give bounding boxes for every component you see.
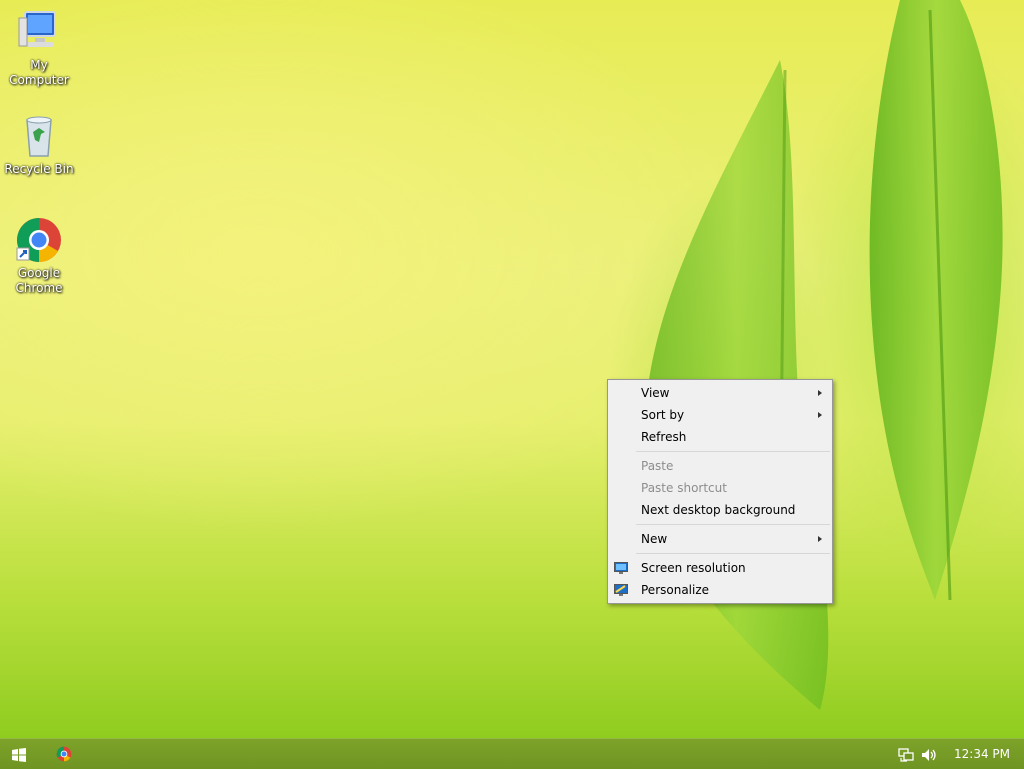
menu-item-refresh[interactable]: Refresh — [608, 426, 832, 448]
menu-item-next-desktop-background[interactable]: Next desktop background — [608, 499, 832, 521]
menu-item-paste: Paste — [608, 455, 832, 477]
network-tray-icon[interactable] — [898, 747, 914, 762]
desktop-icon-label: Google Chrome — [15, 266, 63, 295]
menu-item-personalize[interactable]: Personalize — [608, 579, 832, 601]
menu-separator — [636, 451, 830, 452]
recycle-bin-icon — [15, 112, 63, 160]
chrome-icon — [15, 216, 63, 264]
menu-item-label: Sort by — [641, 408, 685, 422]
menu-item-label: View — [641, 386, 670, 400]
menu-separator — [636, 524, 830, 525]
submenu-arrow-icon — [818, 412, 822, 418]
menu-item-label: Refresh — [641, 430, 687, 444]
menu-item-label: New — [641, 532, 668, 546]
menu-item-label: Personalize — [641, 583, 710, 597]
windows-logo-icon — [12, 748, 26, 762]
menu-item-label: Next desktop background — [641, 503, 796, 517]
display-icon — [614, 560, 628, 574]
submenu-arrow-icon — [818, 390, 822, 396]
taskbar-chrome-button[interactable] — [56, 746, 72, 762]
desktop-icon-label: Recycle Bin — [4, 162, 74, 176]
computer-icon — [15, 8, 63, 56]
menu-item-screen-resolution[interactable]: Screen resolution — [608, 557, 832, 579]
volume-tray-icon[interactable] — [921, 747, 937, 761]
submenu-arrow-icon — [818, 536, 822, 542]
menu-item-label: Paste — [641, 459, 674, 473]
taskbar-clock[interactable]: 12:34 PM — [950, 739, 1014, 769]
menu-item-new[interactable]: New — [608, 528, 832, 550]
taskbar: 12:34 PM — [0, 738, 1024, 769]
desktop-icon-recycle-bin[interactable]: Recycle Bin — [0, 112, 78, 177]
menu-item-label: Screen resolution — [641, 561, 746, 575]
personalize-icon — [614, 582, 628, 596]
desktop-context-menu: View Sort by Refresh Paste Paste shortcu… — [607, 379, 833, 604]
wallpaper-leaves — [644, 0, 1003, 710]
menu-item-view[interactable]: View — [608, 382, 832, 404]
menu-separator — [636, 553, 830, 554]
desktop-icon-google-chrome[interactable]: Google Chrome — [0, 216, 78, 296]
desktop-icon-label: My Computer — [9, 58, 69, 87]
chrome-icon — [56, 746, 72, 762]
start-button[interactable] — [12, 747, 26, 762]
menu-item-sort-by[interactable]: Sort by — [608, 404, 832, 426]
menu-item-paste-shortcut: Paste shortcut — [608, 477, 832, 499]
desktop-icon-my-computer[interactable]: My Computer — [0, 8, 78, 88]
menu-item-label: Paste shortcut — [641, 481, 727, 495]
